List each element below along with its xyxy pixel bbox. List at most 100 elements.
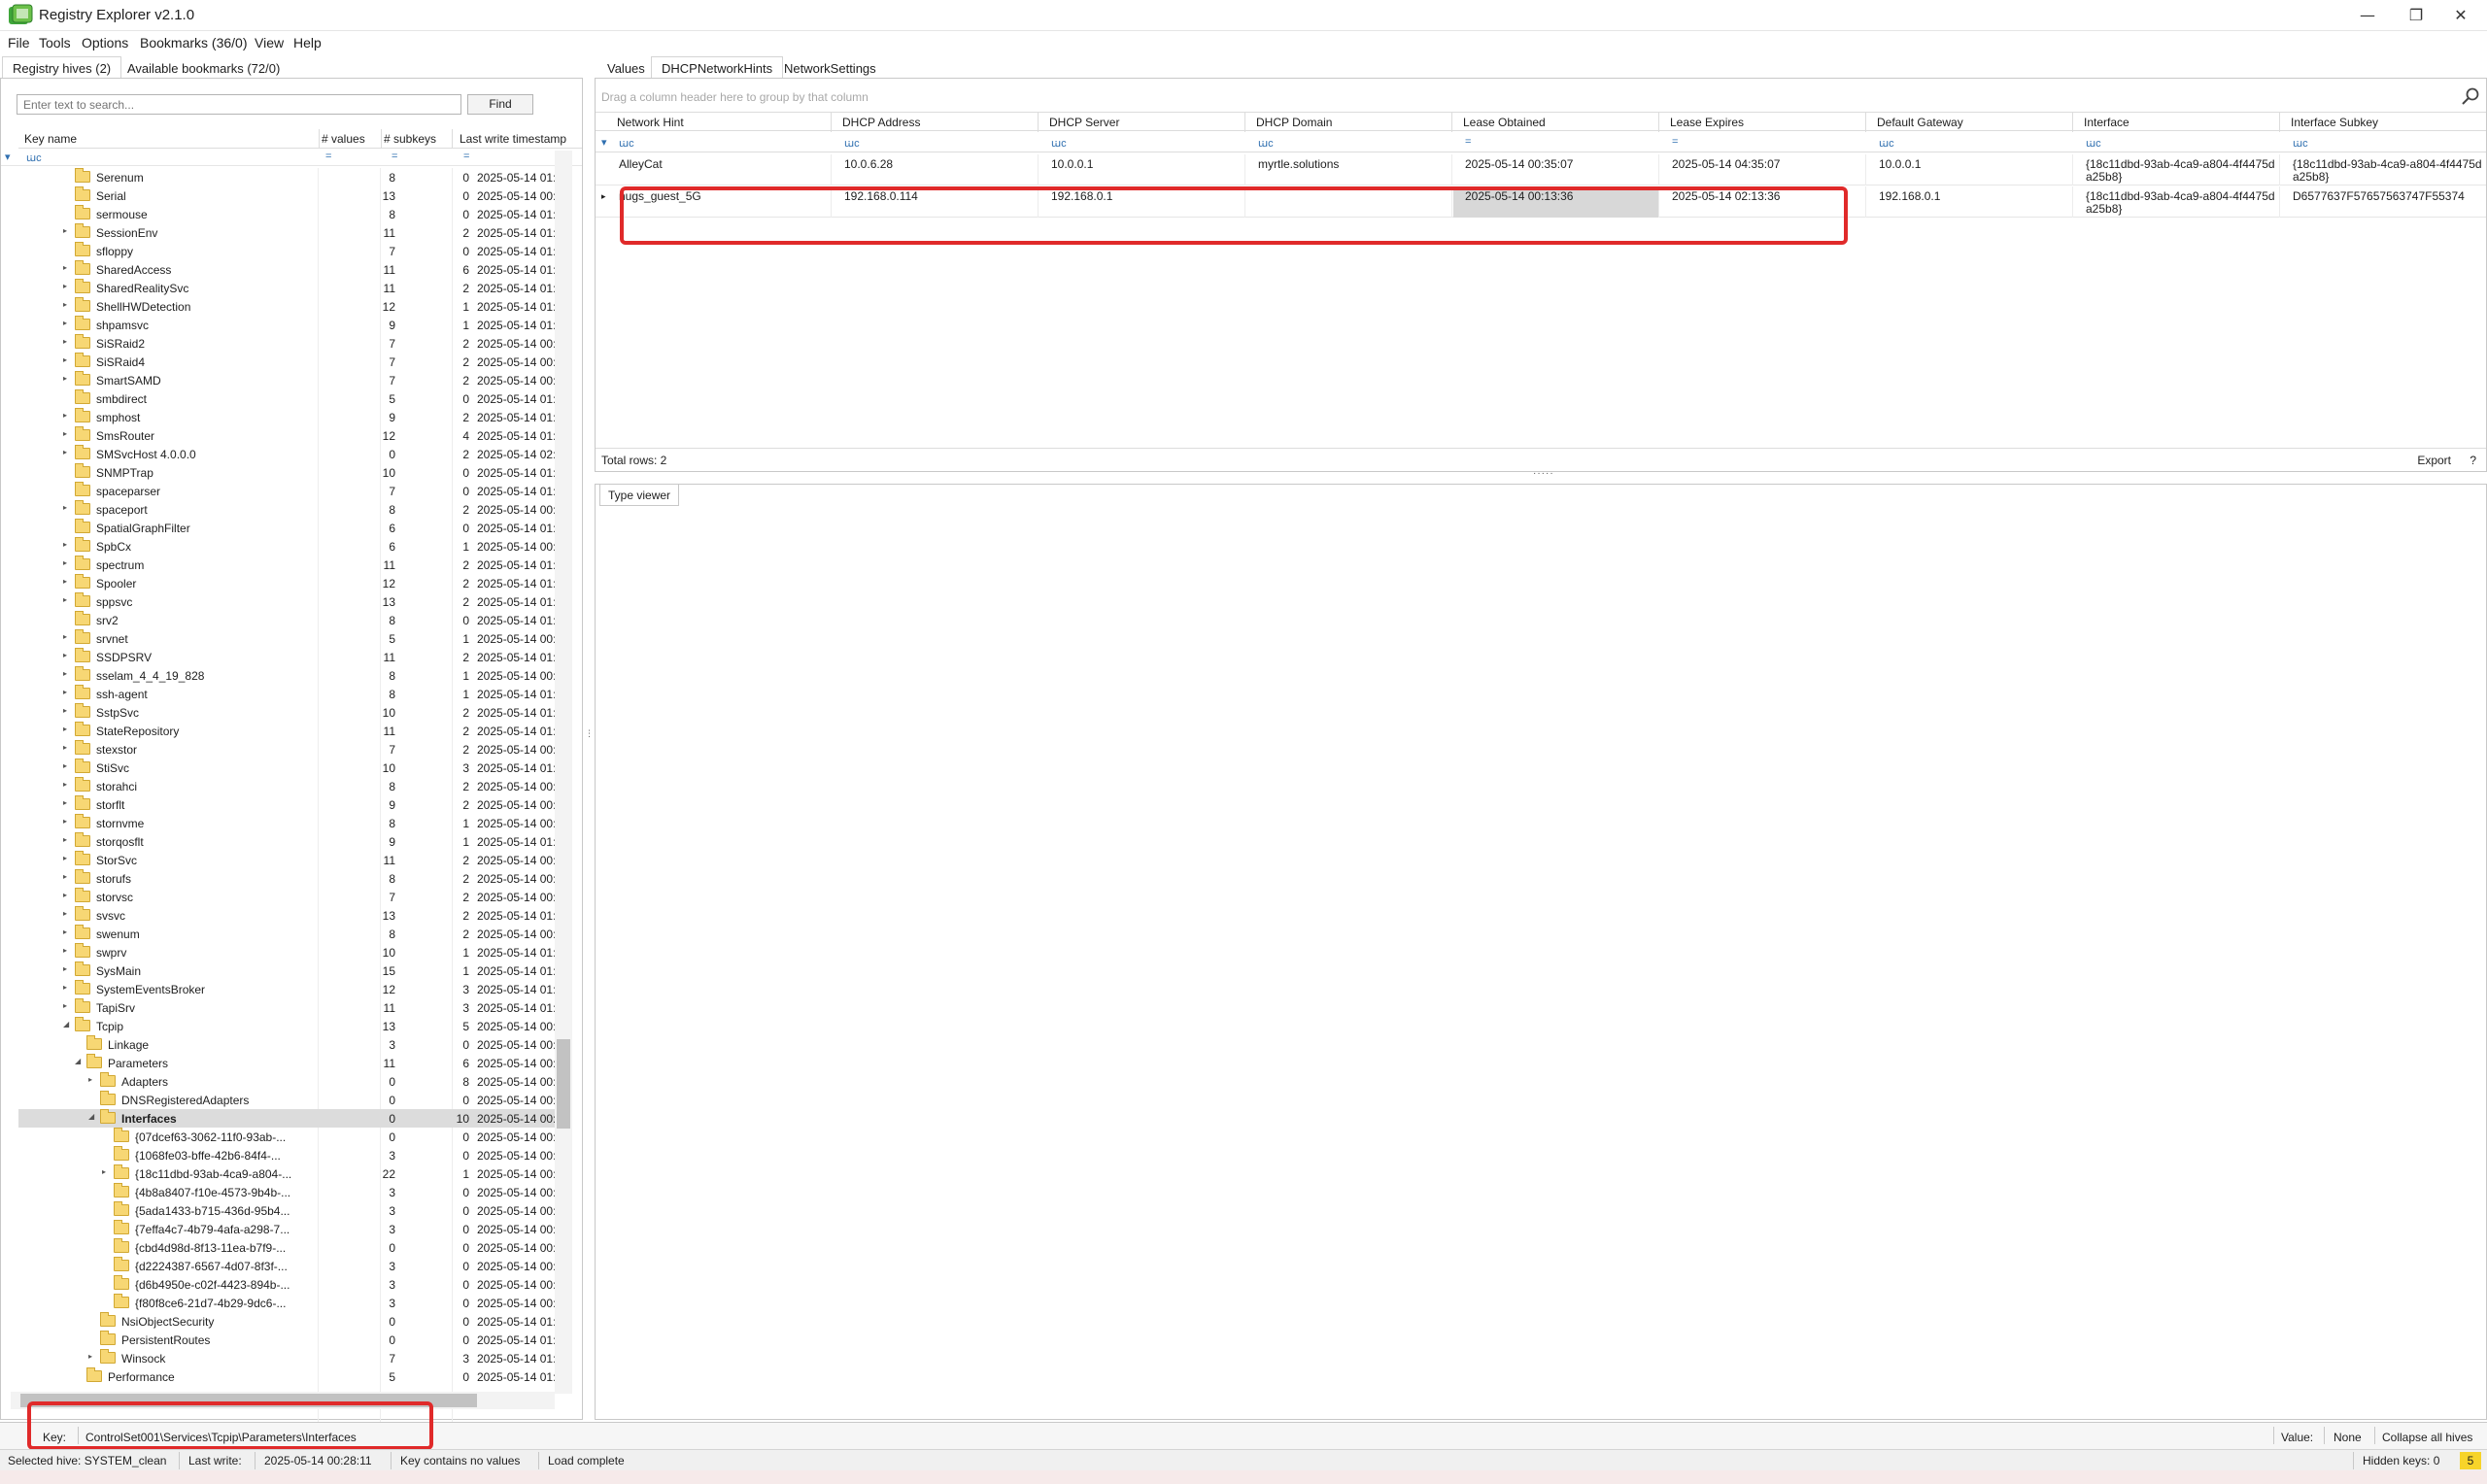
tree-row[interactable]: Linkage 3 0 2025-05-14 00:2 [18,1035,564,1054]
menu-bookmarks[interactable]: Bookmarks (36/0) [140,35,247,51]
tree-row[interactable]: srv2 8 0 2025-05-14 01:1 [18,611,564,629]
tree-row[interactable]: ▸ SstpSvc 10 2 2025-05-14 01:1 [18,703,564,722]
tree-row[interactable]: ▸ SSDPSRV 11 2 2025-05-14 01:1 [18,648,564,666]
expander-icon[interactable]: ▸ [102,1167,110,1176]
tree-row[interactable]: ▸ StorSvc 11 2 2025-05-14 00:1 [18,851,564,869]
tab-registry-hives[interactable]: Registry hives (2) [2,56,122,79]
expander-icon[interactable]: ◢ [63,1020,71,1029]
expander-icon[interactable]: ▸ [88,1352,96,1361]
group-by-hint[interactable]: Drag a column header here to group by th… [601,90,869,104]
expander-icon[interactable]: ▸ [63,651,71,659]
expander-icon[interactable]: ▸ [63,891,71,899]
filter-last-write[interactable]: = [463,151,469,162]
tree-row[interactable]: ▸ sselam_4_4_19_828 8 1 2025-05-14 00:4 [18,666,564,685]
tree-row[interactable]: SpatialGraphFilter 6 0 2025-05-14 01:1 [18,519,564,537]
vertical-splitter[interactable]: ⋮ [585,728,594,739]
tree-row[interactable]: ▸ smphost 9 2 2025-05-14 01:1 [18,408,564,426]
expander-icon[interactable]: ▸ [63,300,71,309]
tree-row[interactable]: {cbd4d98d-8f13-11ea-b7f9-... 0 0 2025-05-14… [18,1238,564,1257]
tab-values[interactable]: Values [596,56,656,79]
tree-row[interactable]: {d2224387-6567-4d07-8f3f-... 3 0 2025-05-14… [18,1257,564,1275]
tree-row[interactable]: ▸ SharedAccess 11 6 2025-05-14 01:1 [18,260,564,279]
tree-row[interactable]: ◢ Interfaces 0 10 2025-05-14 00:2 [18,1109,564,1128]
expander-icon[interactable]: ▸ [63,577,71,586]
tree-row[interactable]: {4b8a8407-f10e-4573-9b4b-... 3 0 2025-05-14… [18,1183,564,1201]
tree-row[interactable]: {5ada1433-b715-436d-95b4... 3 0 2025-05-14 … [18,1201,564,1220]
column-dhcp-server[interactable]: DHCP Server [1049,116,1119,129]
menu-file[interactable]: File [8,35,30,51]
expander-icon[interactable]: ▸ [63,540,71,549]
filter-dhcp-server[interactable]: ꭐc [1051,136,1067,151]
menu-options[interactable]: Options [82,35,128,51]
expander-icon[interactable]: ▸ [63,761,71,770]
expander-icon[interactable]: ▸ [63,411,71,420]
expander-icon[interactable]: ▸ [63,319,71,327]
column-network-hint[interactable]: Network Hint [617,116,684,129]
tree-row[interactable]: ▸ storqosflt 9 1 2025-05-14 01:1 [18,832,564,851]
menu-tools[interactable]: Tools [39,35,71,51]
expander-icon[interactable]: ▸ [63,558,71,567]
tree-row[interactable]: ▸ SessionEnv 11 2 2025-05-14 01:1 [18,223,564,242]
menu-view[interactable]: View [255,35,284,51]
tree-row[interactable]: ▸ storflt 9 2 2025-05-14 00:2 [18,795,564,814]
tree-row[interactable]: SNMPTrap 10 0 2025-05-14 01:1 [18,463,564,482]
tree-row[interactable]: {07dcef63-3062-11f0-93ab-... 0 0 2025-05-14… [18,1128,564,1146]
filter-interface[interactable]: ꭐc [2086,136,2101,151]
tree-row[interactable]: NsiObjectSecurity 0 0 2025-05-14 01:1 [18,1312,564,1331]
filter-dhcp-address[interactable]: ꭐc [844,136,860,151]
expander-icon[interactable]: ▸ [63,226,71,235]
column-interface-subkey[interactable]: Interface Subkey [2291,116,2378,129]
tree-vertical-scrollbar[interactable] [555,151,572,1394]
tree-row[interactable]: ▸ SiSRaid4 7 2 2025-05-14 00:2 [18,353,564,371]
column-dhcp-address[interactable]: DHCP Address [842,116,920,129]
tree-row[interactable]: ▸ shpamsvc 9 1 2025-05-14 01:1 [18,316,564,334]
column-interface[interactable]: Interface [2084,116,2129,129]
expander-icon[interactable]: ▸ [63,854,71,862]
expander-icon[interactable]: ▸ [63,669,71,678]
column-last-write[interactable]: Last write timestamp [460,132,566,146]
minimize-button[interactable]: — [2345,3,2390,28]
horizontal-splitter[interactable]: ····· [1533,468,1554,479]
tree-row[interactable]: ▸ SysMain 15 1 2025-05-14 01:1 [18,961,564,980]
tree-row[interactable]: ▸ spectrum 11 2 2025-05-14 01:1 [18,556,564,574]
filter-lease-obtained[interactable]: = [1465,136,1471,148]
filter-values[interactable]: = [325,151,331,162]
find-button[interactable]: Find [467,94,533,115]
tree-row[interactable]: ▸ SMSvcHost 4.0.0.0 0 2 2025-05-14 02:2 [18,445,564,463]
tree-row[interactable]: ▸ srvnet 5 1 2025-05-14 00:1 [18,629,564,648]
tree-row[interactable]: ◢ Parameters 11 6 2025-05-14 00:3 [18,1054,564,1072]
tree-row[interactable]: ▸ SmsRouter 12 4 2025-05-14 01:1 [18,426,564,445]
expander-icon[interactable]: ▸ [63,909,71,918]
expander-icon[interactable]: ▸ [63,448,71,456]
expander-icon[interactable]: ▸ [63,355,71,364]
expander-icon[interactable]: ◢ [88,1112,96,1121]
tree-row[interactable]: ▸ StiSvc 10 3 2025-05-14 01:1 [18,759,564,777]
tree-row[interactable]: DNSRegisteredAdapters 0 0 2025-05-14 00:2 [18,1091,564,1109]
tree-row[interactable]: ▸ stornvme 8 1 2025-05-14 00:1 [18,814,564,832]
column-key-name[interactable]: Key name [24,132,77,146]
tree-row[interactable]: ▸ SiSRaid2 7 2 2025-05-14 00:2 [18,334,564,353]
expander-icon[interactable]: ▸ [63,282,71,290]
filter-interface-subkey[interactable]: ꭐc [2293,136,2308,151]
collapse-all-hives-button[interactable]: Collapse all hives [2382,1431,2472,1444]
expander-icon[interactable]: ▸ [63,429,71,438]
tree-row[interactable]: ▸ ssh-agent 8 1 2025-05-14 01:1 [18,685,564,703]
menu-help[interactable]: Help [293,35,322,51]
tree-row[interactable]: ▸ swprv 10 1 2025-05-14 01:1 [18,943,564,961]
tree-row[interactable]: PersistentRoutes 0 0 2025-05-14 01:1 [18,1331,564,1349]
filter-network-hint[interactable]: ꭐc [619,136,634,151]
tree-row[interactable]: ▸ Adapters 0 8 2025-05-14 00:2 [18,1072,564,1091]
expander-icon[interactable]: ▸ [63,1001,71,1010]
tree-row[interactable]: {7effa4c7-4b79-4afa-a298-7... 3 0 2025-05-1… [18,1220,564,1238]
expander-icon[interactable]: ▸ [63,337,71,346]
column-values[interactable]: # values [322,132,365,146]
tree-vertical-scroll-thumb[interactable] [557,1039,570,1129]
expander-icon[interactable]: ▸ [63,706,71,715]
tree-row[interactable]: ▸ SmartSAMD 7 2 2025-05-14 00:2 [18,371,564,389]
tree-row[interactable]: ▸ SharedRealitySvc 11 2 2025-05-14 01:1 [18,279,564,297]
tree-row[interactable]: ◢ Tcpip 13 5 2025-05-14 00:2 [18,1017,564,1035]
tree-row[interactable]: ▸ Winsock 7 3 2025-05-14 01:1 [18,1349,564,1367]
expander-icon[interactable]: ▸ [63,946,71,955]
expander-icon[interactable]: ▸ [63,632,71,641]
tree-row[interactable]: {d6b4950e-c02f-4423-894b-... 3 0 2025-05-14… [18,1275,564,1294]
